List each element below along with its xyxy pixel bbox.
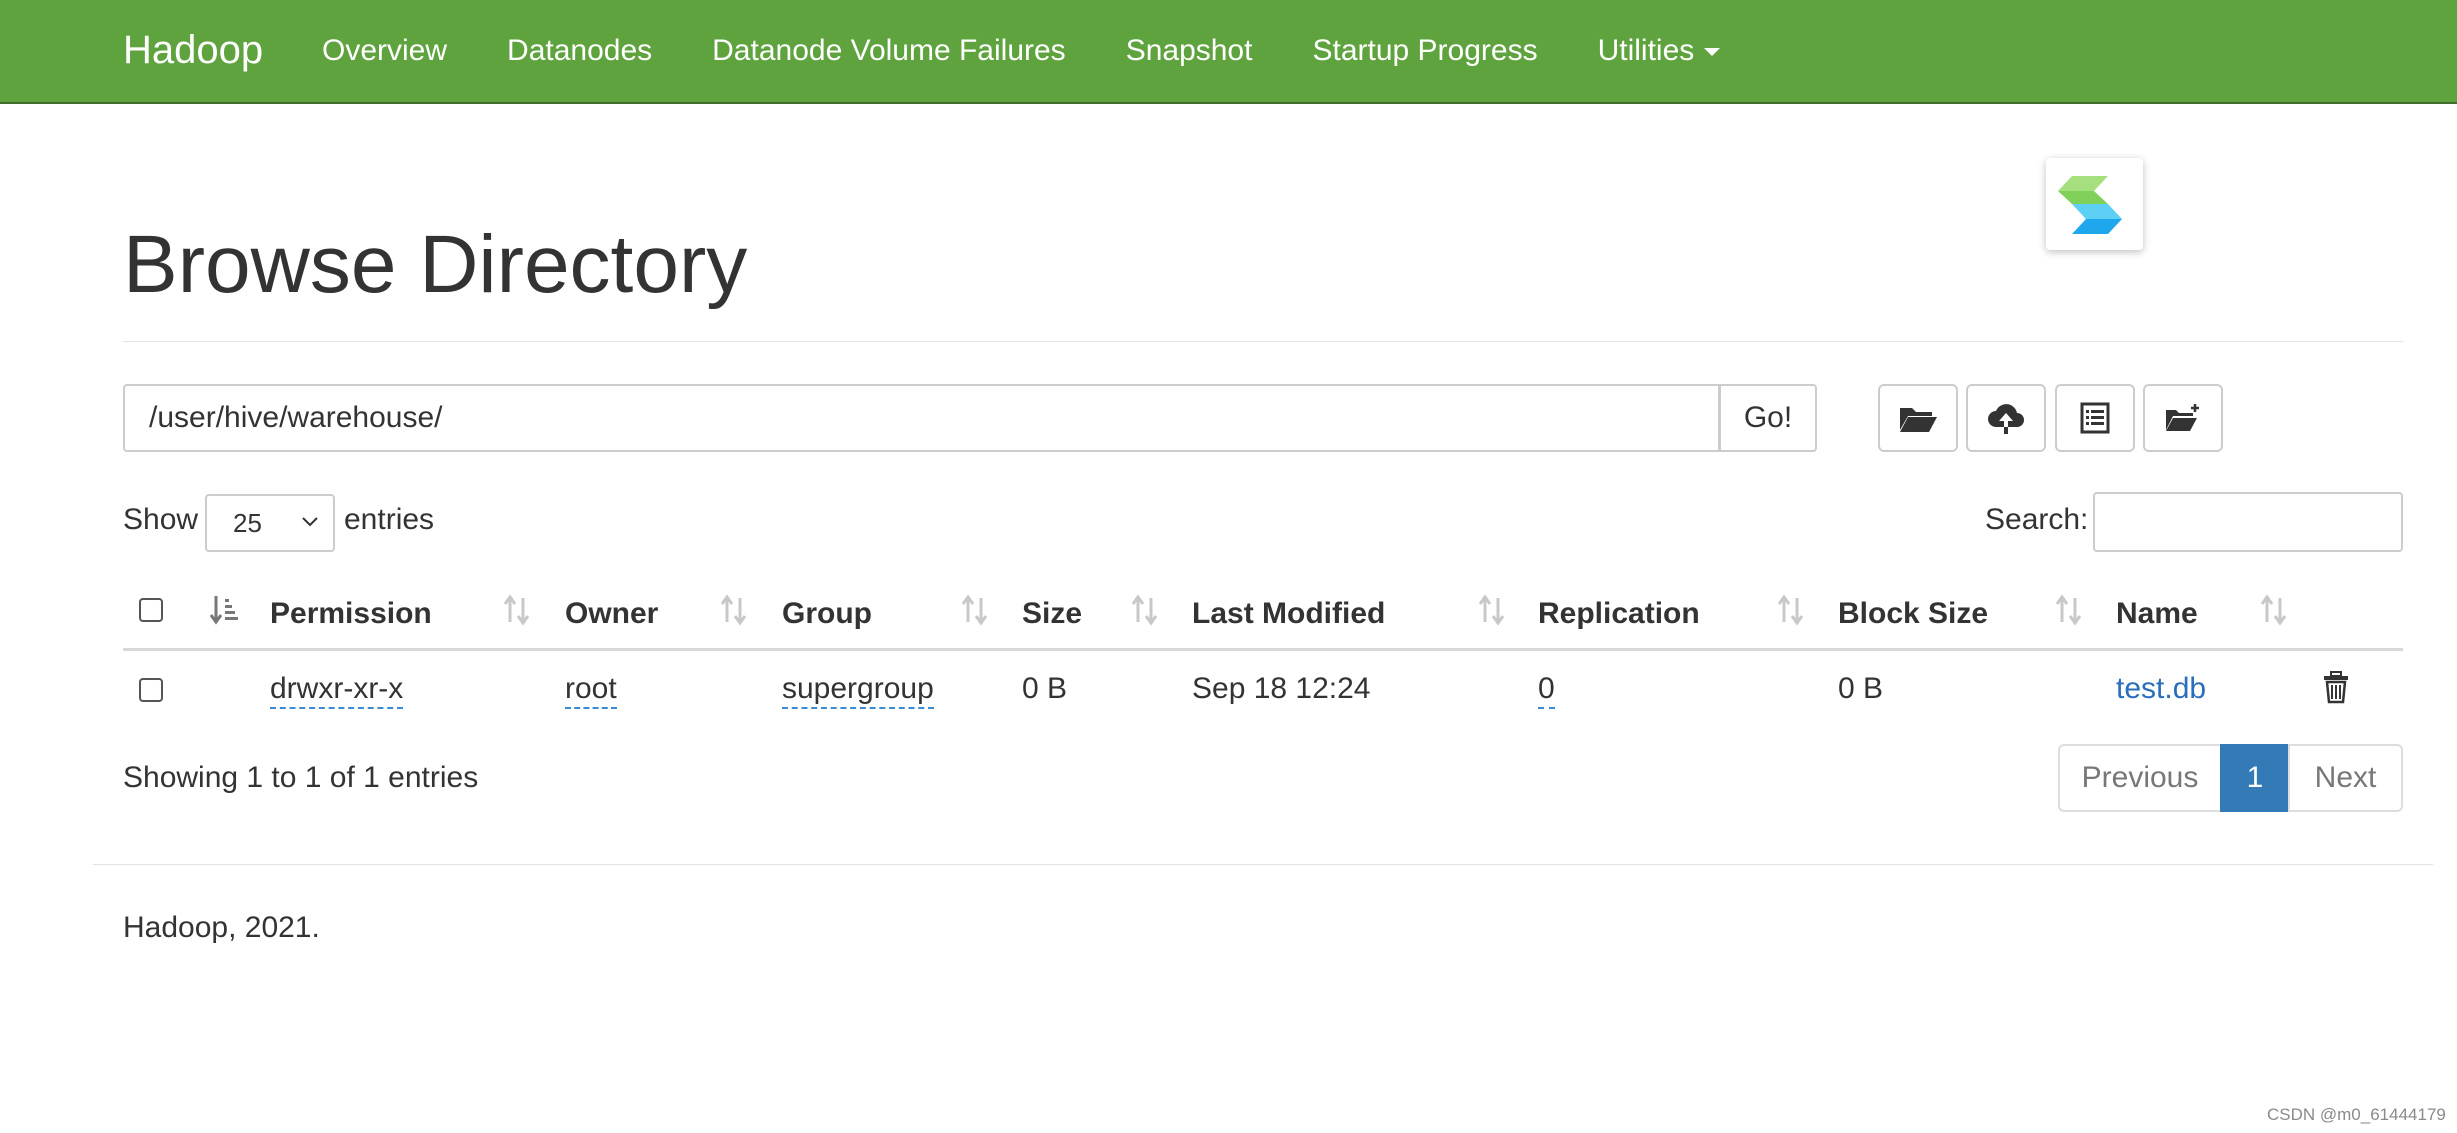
sort-icon[interactable] bbox=[719, 593, 749, 627]
top-navbar: Hadoop Overview Datanodes Datanode Volum… bbox=[0, 0, 2457, 104]
sort-icon[interactable] bbox=[2054, 593, 2084, 627]
cloud-upload-icon bbox=[1988, 404, 2024, 434]
column-header-permission[interactable]: Permission bbox=[270, 597, 432, 631]
nav-item-startup-progress[interactable]: Startup Progress bbox=[1312, 34, 1537, 68]
column-header-replication[interactable]: Replication bbox=[1538, 597, 1700, 631]
nav-item-datanode-volume-failures[interactable]: Datanode Volume Failures bbox=[712, 34, 1066, 68]
search-input[interactable] bbox=[2093, 492, 2403, 552]
go-button[interactable]: Go! bbox=[1719, 384, 1817, 452]
search-label: Search: bbox=[1985, 503, 2089, 536]
upload-files-button[interactable] bbox=[1966, 384, 2046, 452]
page-1-button[interactable]: 1 bbox=[2220, 744, 2290, 812]
page-size-select[interactable]: 25 bbox=[205, 494, 335, 552]
next-page-button[interactable]: Next bbox=[2288, 744, 2403, 812]
sort-icon[interactable] bbox=[960, 593, 990, 627]
nav-menu: Overview Datanodes Datanode Volume Failu… bbox=[322, 34, 1780, 68]
brand-link[interactable]: Hadoop bbox=[123, 28, 263, 73]
sort-icon[interactable] bbox=[1130, 593, 1160, 627]
replication-cell[interactable]: 0 bbox=[1538, 672, 1555, 709]
name-link[interactable]: test.db bbox=[2116, 672, 2206, 706]
nav-item-datanodes[interactable]: Datanodes bbox=[507, 34, 652, 68]
trash-icon[interactable] bbox=[2322, 670, 2350, 704]
caret-down-icon bbox=[1704, 48, 1721, 57]
previous-page-button[interactable]: Previous bbox=[2058, 744, 2222, 812]
permission-cell[interactable]: drwxr-xr-x bbox=[270, 672, 404, 709]
cut-paste-button[interactable] bbox=[2055, 384, 2135, 452]
sort-amount-asc-icon[interactable] bbox=[209, 593, 241, 627]
table-info: Showing 1 to 1 of 1 entries bbox=[123, 761, 479, 794]
sort-icon[interactable] bbox=[1776, 593, 1806, 627]
sort-icon[interactable] bbox=[2259, 593, 2289, 627]
nav-item-snapshot[interactable]: Snapshot bbox=[1126, 34, 1253, 68]
watermark: CSDN @m0_61444179 bbox=[2267, 1105, 2446, 1124]
size-cell: 0 B bbox=[1022, 672, 1068, 705]
create-directory-button[interactable] bbox=[1878, 384, 1958, 452]
sort-icon[interactable] bbox=[1477, 593, 1507, 627]
column-header-block-size[interactable]: Block Size bbox=[1838, 597, 1988, 631]
footer-divider bbox=[93, 864, 2433, 865]
select-all-checkbox[interactable] bbox=[139, 598, 163, 622]
footer-text: Hadoop, 2021. bbox=[123, 911, 320, 944]
folder-open-icon bbox=[1900, 408, 1937, 432]
block-size-cell: 0 B bbox=[1838, 672, 1884, 705]
page-size-value: 25 bbox=[233, 508, 262, 538]
table-header-divider bbox=[123, 648, 2403, 651]
row-checkbox[interactable] bbox=[139, 678, 163, 702]
chevron-down-icon bbox=[302, 517, 318, 527]
sort-icon[interactable] bbox=[502, 593, 532, 627]
entries-label: entries bbox=[344, 503, 435, 536]
paste-button[interactable] bbox=[2143, 384, 2223, 452]
group-cell[interactable]: supergroup bbox=[782, 672, 934, 709]
nav-item-overview[interactable]: Overview bbox=[322, 34, 447, 68]
divider bbox=[123, 341, 2403, 342]
column-header-size[interactable]: Size bbox=[1022, 597, 1082, 631]
folder-new-icon bbox=[2166, 404, 2199, 431]
nav-item-utilities-label: Utilities bbox=[1597, 34, 1695, 67]
column-header-name[interactable]: Name bbox=[2116, 597, 2198, 631]
owner-cell[interactable]: root bbox=[565, 672, 617, 709]
list-alt-icon bbox=[2080, 402, 2110, 434]
logo-icon bbox=[2058, 176, 2122, 234]
nav-item-utilities-dropdown[interactable]: Utilities bbox=[1598, 34, 1721, 68]
column-header-last-modified[interactable]: Last Modified bbox=[1192, 597, 1385, 631]
page-title: Browse Directory bbox=[123, 219, 748, 310]
column-header-owner[interactable]: Owner bbox=[565, 597, 658, 631]
show-label: Show bbox=[123, 503, 199, 536]
last-modified-cell: Sep 18 12:24 bbox=[1192, 672, 1371, 705]
column-header-group[interactable]: Group bbox=[782, 597, 872, 631]
app-logo bbox=[2046, 158, 2143, 250]
path-input[interactable] bbox=[123, 384, 1720, 452]
